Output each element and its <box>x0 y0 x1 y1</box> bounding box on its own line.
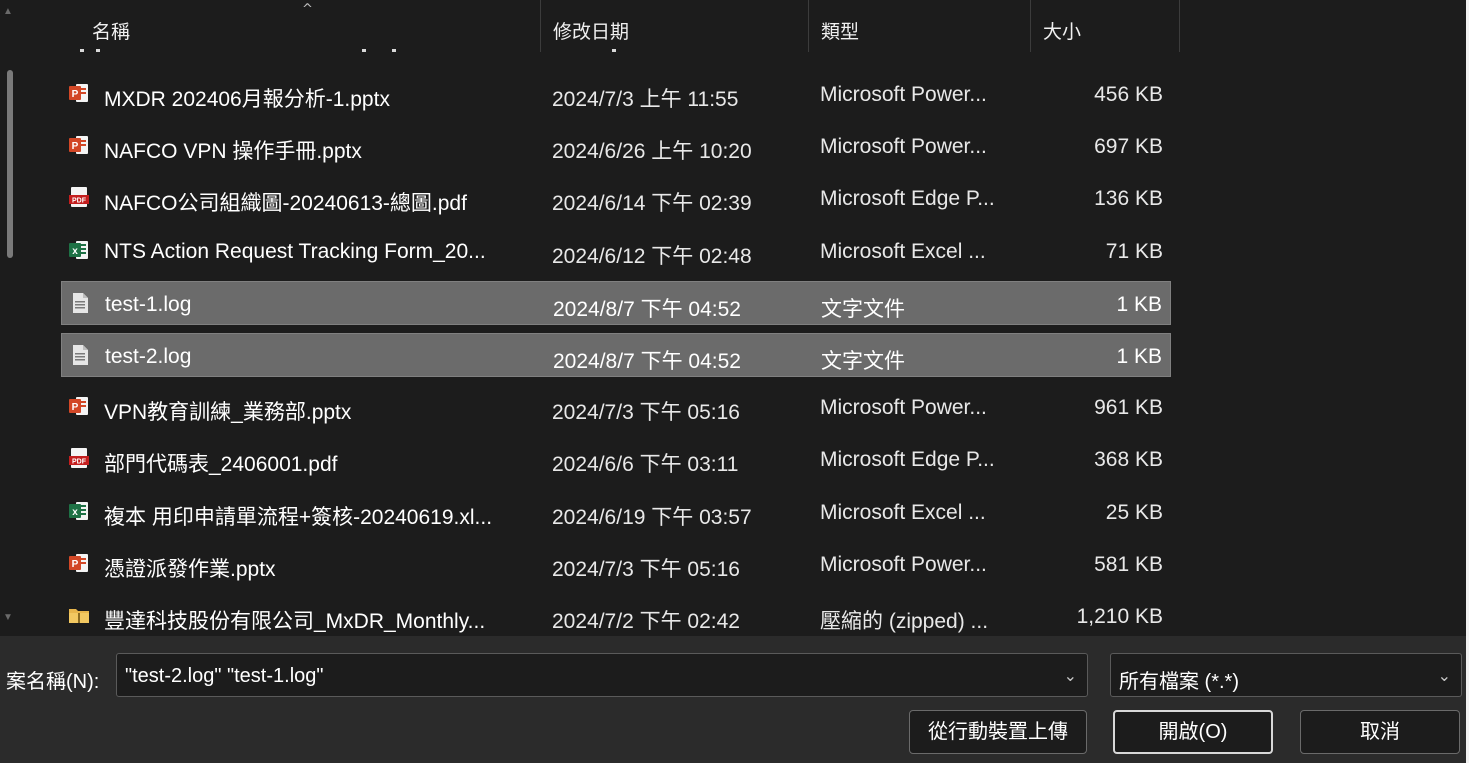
svg-text:P: P <box>72 141 79 152</box>
svg-text:PDF: PDF <box>72 198 87 205</box>
filename-label: 案名稱(N): <box>6 671 100 693</box>
file-row[interactable]: test-2.log 2024/8/7 下午 04:52 文字文件 1 KB <box>61 333 1171 377</box>
filename-input[interactable] <box>125 663 1045 689</box>
pptx-icon: P <box>68 552 90 574</box>
file-name: 憑證派發作業.pptx <box>104 557 276 581</box>
column-header-size-label: 大小 <box>1043 21 1082 43</box>
file-name: 複本 用印申請單流程+簽核-20240619.xl... <box>104 505 493 529</box>
file-name: MXDR 202406月報分析-1.pptx <box>104 88 390 111</box>
file-type: Microsoft Excel ... <box>820 239 986 263</box>
scrollbar-thumb[interactable] <box>7 70 13 258</box>
xlsx-icon: x <box>68 239 90 261</box>
column-header-bar: 名稱 ^ 修改日期 類型 大小 <box>32 0 1182 52</box>
scroll-down-arrow-icon[interactable]: ▼ <box>3 612 13 623</box>
svg-text:x: x <box>72 507 78 518</box>
file-modified-date: 2024/8/7 下午 04:52 <box>553 297 741 321</box>
file-size: 71 KB <box>1105 239 1163 263</box>
column-header-size[interactable]: 大小 <box>1031 0 1180 52</box>
file-name: NAFCO公司組織圖-20240613-總圖.pdf <box>104 192 467 216</box>
file-size: 961 KB <box>1094 396 1163 420</box>
svg-text:P: P <box>72 402 79 413</box>
pdf-icon: PDF <box>68 186 90 208</box>
column-header-type-label: 類型 <box>821 21 860 43</box>
pptx-icon: P <box>68 395 90 417</box>
file-type: Microsoft Power... <box>820 552 987 576</box>
svg-text:P: P <box>72 559 79 570</box>
file-open-dialog: ▲ ▼ 名稱 ^ 修改日期 類型 大小 P MXDR 202406月報分析-1.p… <box>0 0 1469 763</box>
file-name: VPN教育訓練_業務部.pptx <box>104 401 352 425</box>
file-type: 壓縮的 (zipped) ... <box>820 610 989 633</box>
file-type: Microsoft Edge P... <box>820 448 995 472</box>
file-modified-date: 2024/6/14 下午 02:39 <box>552 192 752 216</box>
svg-text:PDF: PDF <box>72 459 87 466</box>
file-name: test-2.log <box>105 345 192 368</box>
xlsx-icon: x <box>68 500 90 522</box>
file-size: 1,210 KB <box>1076 605 1163 628</box>
file-modified-date: 2024/8/7 下午 04:52 <box>553 350 741 373</box>
file-modified-date: 2024/7/2 下午 02:42 <box>552 610 740 633</box>
file-name: 豐達科技股份有限公司_MxDR_Monthly... <box>104 610 486 633</box>
filetype-value: 所有檔案 (*.*) <box>1119 671 1239 693</box>
file-type: Microsoft Power... <box>820 396 987 420</box>
svg-text:x: x <box>72 246 78 257</box>
partially-hidden-row <box>72 44 632 54</box>
scroll-up-arrow-icon[interactable]: ▲ <box>3 6 13 17</box>
file-size: 136 KB <box>1094 187 1163 211</box>
column-header-type[interactable]: 類型 <box>809 0 1031 52</box>
pptx-icon: P <box>68 134 90 156</box>
file-name: test-1.log <box>105 292 192 316</box>
filetype-select[interactable]: 所有檔案 (*.*) ⌄ <box>1110 653 1462 697</box>
file-type: Microsoft Power... <box>820 83 987 106</box>
file-row[interactable]: PDF 部門代碼表_2406001.pdf 2024/6/6 下午 03:11 Mic… <box>61 437 1171 481</box>
pdf-icon: PDF <box>68 447 90 469</box>
open-button[interactable]: 開啟(O) <box>1113 710 1273 754</box>
zip-folder-icon <box>68 604 90 626</box>
text-file-icon <box>69 344 91 366</box>
text-file-icon <box>69 292 91 314</box>
cancel-button[interactable]: 取消 <box>1300 710 1460 754</box>
file-size: 456 KB <box>1094 83 1163 106</box>
file-row[interactable]: 豐達科技股份有限公司_MxDR_Monthly... 2024/7/2 下午 02… <box>61 594 1171 638</box>
sort-ascending-icon: ^ <box>302 2 313 17</box>
chevron-down-icon[interactable]: ⌄ <box>1064 666 1077 686</box>
file-row[interactable]: x 複本 用印申請單流程+簽核-20240619.xl... 2024/6/19 下… <box>61 490 1171 534</box>
file-modified-date: 2024/6/26 上午 10:20 <box>552 140 752 164</box>
column-header-modified-label: 修改日期 <box>553 21 630 43</box>
file-modified-date: 2024/6/6 下午 03:11 <box>552 453 739 477</box>
file-type: Microsoft Power... <box>820 135 987 159</box>
file-type: Microsoft Edge P... <box>820 187 995 211</box>
file-size: 368 KB <box>1094 448 1163 472</box>
bottom-bar: 案名稱(N): ⌄ 所有檔案 (*.*) ⌄ 從行動裝置上傳 開啟(O) 取消 <box>0 636 1466 763</box>
upload-from-mobile-button[interactable]: 從行動裝置上傳 <box>909 710 1087 754</box>
column-header-name-label: 名稱 <box>92 21 131 43</box>
pptx-icon: P <box>68 82 90 104</box>
file-name: NAFCO VPN 操作手冊.pptx <box>104 140 362 164</box>
file-row[interactable]: P VPN教育訓練_業務部.pptx 2024/7/3 下午 05:16 Micros… <box>61 385 1171 429</box>
file-modified-date: 2024/6/12 下午 02:48 <box>552 244 752 268</box>
file-modified-date: 2024/7/3 下午 05:16 <box>552 557 740 581</box>
file-name: 部門代碼表_2406001.pdf <box>104 453 338 477</box>
file-type: 文字文件 <box>821 350 905 373</box>
file-size: 581 KB <box>1094 552 1163 576</box>
file-row[interactable]: PDF NAFCO公司組織圖-20240613-總圖.pdf 2024/6/14 下… <box>61 176 1171 220</box>
svg-text:P: P <box>72 89 79 100</box>
file-modified-date: 2024/7/3 上午 11:55 <box>552 88 739 111</box>
file-row[interactable]: P NAFCO VPN 操作手冊.pptx 2024/6/26 上午 10:20 Mi… <box>61 124 1171 168</box>
vertical-scrollbar[interactable]: ▲ ▼ <box>0 0 18 636</box>
file-row[interactable]: P 憑證派發作業.pptx 2024/7/3 下午 05:16 Microsoft P… <box>61 542 1171 586</box>
file-modified-date: 2024/7/3 下午 05:16 <box>552 401 740 425</box>
file-name: NTS Action Request Tracking Form_20... <box>104 239 486 263</box>
file-type: Microsoft Excel ... <box>820 500 986 524</box>
file-row[interactable]: P MXDR 202406月報分析-1.pptx 2024/7/3 上午 11:55… <box>61 72 1171 116</box>
filename-combobox[interactable]: ⌄ <box>116 653 1088 697</box>
file-size: 1 KB <box>1116 292 1162 316</box>
file-size: 25 KB <box>1105 500 1163 524</box>
file-row[interactable]: x NTS Action Request Tracking Form_20... 2… <box>61 229 1171 273</box>
file-row[interactable]: test-1.log 2024/8/7 下午 04:52 文字文件 1 KB <box>61 280 1171 325</box>
chevron-down-icon[interactable]: ⌄ <box>1438 666 1451 686</box>
file-type: 文字文件 <box>821 297 905 321</box>
file-size: 1 KB <box>1116 345 1162 368</box>
file-modified-date: 2024/6/19 下午 03:57 <box>552 505 752 529</box>
file-size: 697 KB <box>1094 135 1163 159</box>
